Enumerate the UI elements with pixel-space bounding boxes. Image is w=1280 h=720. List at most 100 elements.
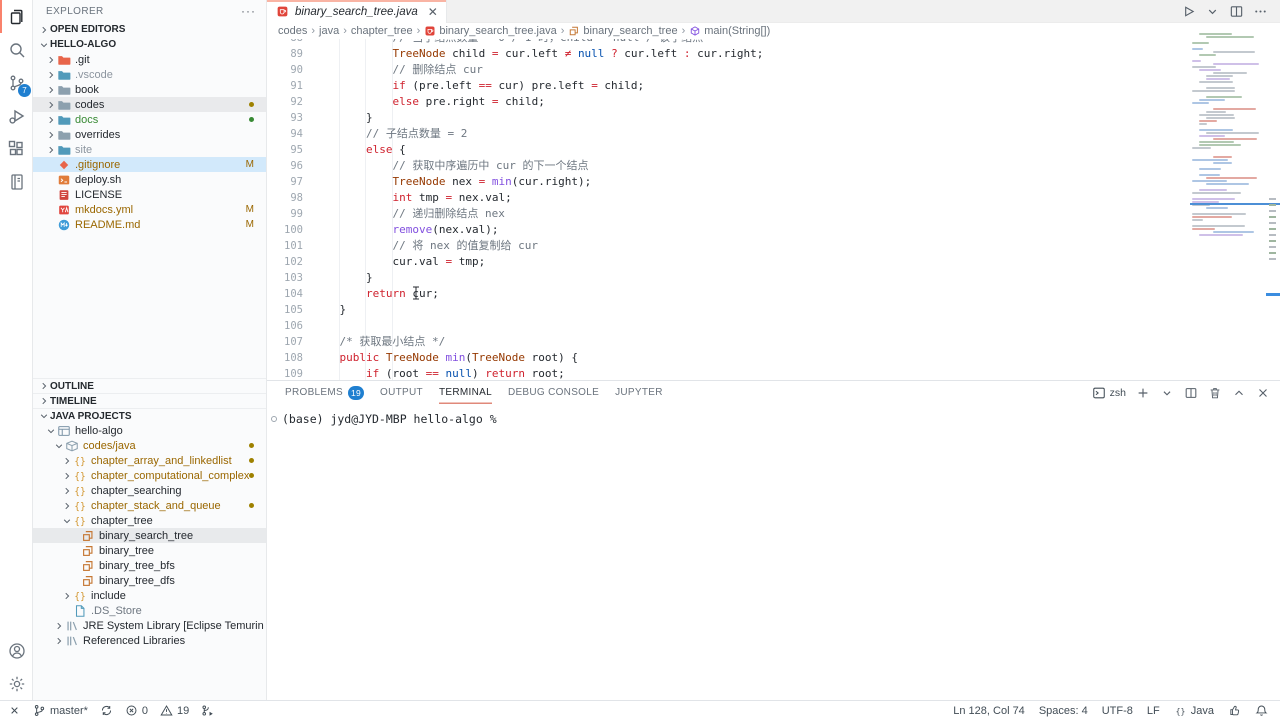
notebook-icon [7, 172, 27, 192]
run-dropdown-icon[interactable] [1205, 4, 1220, 19]
java-project-item-chapter_array_and_linkedlist[interactable]: {}chapter_array_and_linkedlist [33, 453, 266, 468]
item-label: .DS_Store [91, 605, 142, 617]
java-project-item-chapter_computational_complexity[interactable]: {}chapter_computational_complexity [33, 468, 266, 483]
java-project-item-Referenced-Libraries[interactable]: Referenced Libraries [33, 633, 266, 648]
activity-explorer[interactable] [0, 0, 33, 33]
status-encoding[interactable]: UTF-8 [1102, 705, 1133, 717]
breadcrumb-item-java[interactable]: java [319, 25, 339, 37]
kill-terminal-icon[interactable] [1208, 386, 1222, 400]
java-project-item-chapter_tree[interactable]: {}chapter_tree [33, 513, 266, 528]
explorer-item-site[interactable]: site [33, 142, 266, 157]
code-editor[interactable]: 88 // 当子结点数量 = 0 / 1 时，child = null / 该子… [267, 39, 1187, 380]
item-label: codes/java [83, 440, 136, 452]
activity-accounts[interactable] [0, 634, 33, 667]
git-status-dot [249, 500, 266, 511]
explorer-item-README.md[interactable]: README.mdM [33, 217, 266, 232]
java-project-item-binary_tree_bfs[interactable]: binary_tree_bfs [33, 558, 266, 573]
more-actions-icon[interactable] [1253, 4, 1268, 19]
open-editors-section[interactable]: OPEN EDITORS [33, 22, 266, 37]
activity-run-and-debug[interactable] [0, 99, 33, 132]
activity-settings[interactable] [0, 667, 33, 700]
panel-tab-problems[interactable]: PROBLEMS19 [285, 381, 364, 404]
new-terminal-icon[interactable] [1136, 386, 1150, 400]
close-panel-icon[interactable] [1256, 386, 1270, 400]
more-actions-icon[interactable]: ··· [241, 4, 256, 18]
split-terminal-icon[interactable] [1184, 386, 1198, 400]
project-root-label: HELLO-ALGO [50, 39, 116, 50]
chevron-right-icon [44, 53, 57, 66]
outline-section[interactable]: OUTLINE [33, 378, 266, 393]
java-project-item-.DS_Store[interactable]: .DS_Store [33, 603, 266, 618]
status-debug-status[interactable] [201, 704, 214, 717]
maximize-panel-icon[interactable] [1232, 386, 1246, 400]
terminal-shell-picker[interactable]: zsh [1092, 386, 1126, 400]
breadcrumb-item-binary_search_tree.java[interactable]: binary_search_tree.java [424, 25, 556, 37]
explorer-item-.git[interactable]: .git [33, 52, 266, 67]
java-project-item-chapter_stack_and_queue[interactable]: {}chapter_stack_and_queue [33, 498, 266, 513]
minimap[interactable] [1190, 33, 1266, 245]
explorer-item-LICENSE[interactable]: LICENSE [33, 187, 266, 202]
status-cursor-position[interactable]: Ln 128, Col 74 [953, 705, 1025, 717]
activity-notebook[interactable] [0, 165, 33, 198]
panel-tab-terminal[interactable]: TERMINAL [439, 381, 492, 404]
chevron-down-icon [52, 439, 65, 452]
status-git-branch[interactable]: master* [33, 704, 88, 717]
panel-tab-debug-console[interactable]: DEBUG CONSOLE [508, 381, 599, 404]
chevron-right-icon [60, 589, 73, 602]
folder-icon [57, 113, 71, 127]
java-project-item-binary_tree_dfs[interactable]: binary_tree_dfs [33, 573, 266, 588]
java-project-item-chapter_searching[interactable]: {}chapter_searching [33, 483, 266, 498]
java-project-item-include[interactable]: {}include [33, 588, 266, 603]
item-label: chapter_computational_complexity [91, 470, 249, 482]
java-project-item-binary_tree[interactable]: binary_tree [33, 543, 266, 558]
status-java-status[interactable] [1228, 704, 1241, 717]
status-indentation[interactable]: Spaces: 4 [1039, 705, 1088, 717]
status-warnings[interactable]: 19 [160, 704, 189, 717]
java-project-item-hello-algo[interactable]: hello-algo [33, 423, 266, 438]
activity-source-control[interactable]: 7 [0, 66, 33, 99]
close-tab-icon[interactable]: ✕ [428, 5, 438, 19]
explorer-item-.gitignore[interactable]: .gitignoreM [33, 157, 266, 172]
line-number: 107 [267, 334, 303, 350]
explorer-item-book[interactable]: book [33, 82, 266, 97]
java-project-item-binary_search_tree[interactable]: binary_search_tree [33, 528, 266, 543]
breadcrumb-item-main-String---[interactable]: main(String[]) [689, 25, 770, 37]
java-project-item-codes-java[interactable]: codes/java [33, 438, 266, 453]
breadcrumb-item-chapter_tree[interactable]: chapter_tree [351, 25, 413, 37]
status-language-mode[interactable]: {}Java [1174, 704, 1214, 717]
java-projects-section[interactable]: JAVA PROJECTS [33, 408, 266, 423]
explorer-item-deploy.sh[interactable]: deploy.sh [33, 172, 266, 187]
status-eol[interactable]: LF [1147, 705, 1160, 717]
status-errors[interactable]: 0 [125, 704, 148, 717]
panel-tab-jupyter[interactable]: JUPYTER [615, 381, 663, 404]
breadcrumb-item-binary_search_tree[interactable]: binary_search_tree [568, 25, 677, 37]
activity-search[interactable] [0, 33, 33, 66]
status-remote-indicator[interactable] [8, 704, 21, 717]
terminal[interactable]: (base) jyd@JYD-MBP hello-algo % [267, 404, 1280, 426]
line-number: 90 [267, 62, 303, 78]
explorer-item-mkdocs.yml[interactable]: mkdocs.ymlM [33, 202, 266, 217]
outline-label: OUTLINE [50, 381, 94, 392]
explorer-item-.vscode[interactable]: .vscode [33, 67, 266, 82]
status-sync-changes[interactable] [100, 704, 113, 717]
explorer-item-overrides[interactable]: overrides [33, 127, 266, 142]
panel-tab-output[interactable]: OUTPUT [380, 381, 423, 404]
explorer-item-codes[interactable]: codes [33, 97, 266, 112]
activity-extensions[interactable] [0, 132, 33, 165]
line-number: 92 [267, 94, 303, 110]
breadcrumb-item-codes[interactable]: codes [278, 25, 307, 37]
vscode-window: 7 EXPLORER ··· OPEN EDITORS HELLO-ALGO .… [0, 0, 1280, 720]
timeline-section[interactable]: TIMELINE [33, 393, 266, 408]
terminal-dropdown-icon[interactable] [1160, 386, 1174, 400]
line-number: 99 [267, 206, 303, 222]
run-file-icon[interactable] [1181, 4, 1196, 19]
java-project-item-JRE-System-Library--Eclipse-Temurin-17--17...[interactable]: JRE System Library [Eclipse Temurin 17 [… [33, 618, 266, 633]
shell-icon [57, 173, 71, 187]
tab-binary-search-tree[interactable]: binary_search_tree.java ✕ [267, 0, 447, 23]
split-editor-icon[interactable] [1229, 4, 1244, 19]
status-notifications[interactable] [1255, 704, 1268, 717]
project-root-section[interactable]: HELLO-ALGO [33, 37, 266, 52]
explorer-item-docs[interactable]: docs [33, 112, 266, 127]
warning-icon [160, 704, 173, 717]
debug-fork-icon [201, 704, 214, 717]
